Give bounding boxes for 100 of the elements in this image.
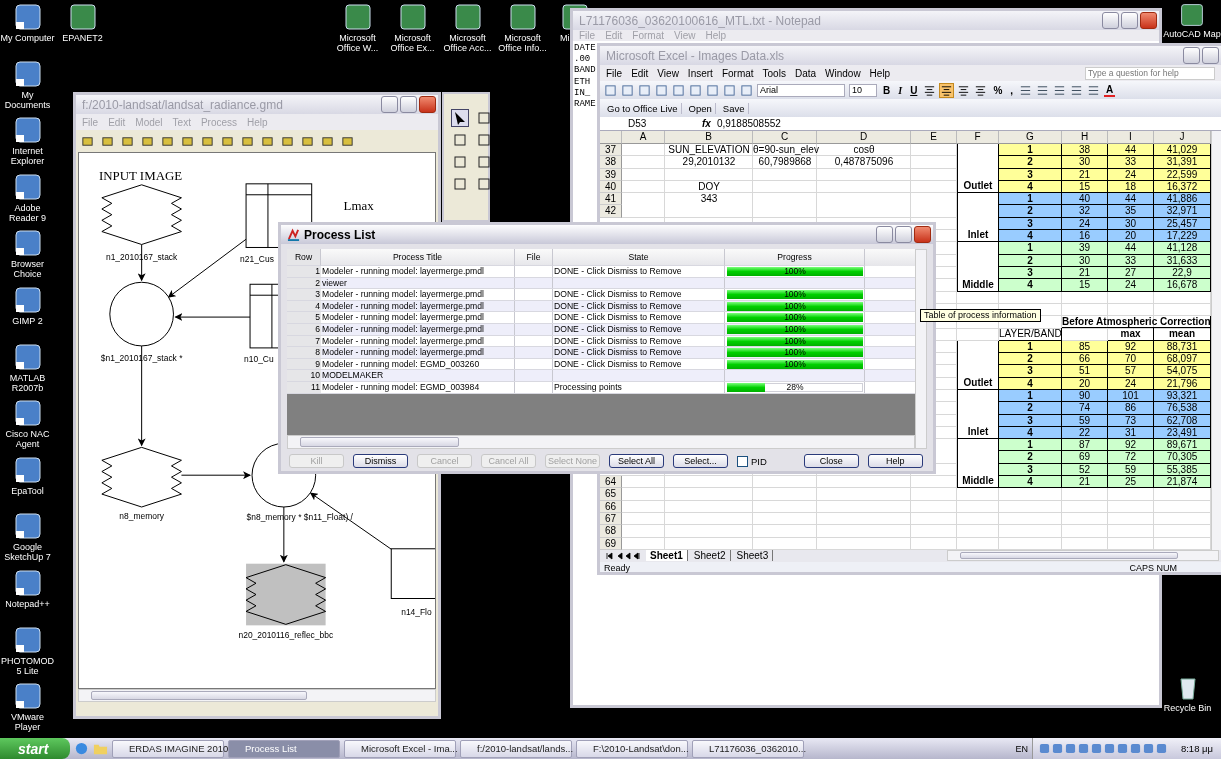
icon-label[interactable]: Google SketchUp 7 (0, 542, 55, 563)
menu-item[interactable]: Edit (631, 67, 649, 79)
dialog-button[interactable]: Dismiss (353, 454, 408, 468)
select-all-corner[interactable] (600, 131, 622, 144)
toolbar-icon[interactable] (341, 134, 354, 148)
shortcut-icon[interactable] (67, 2, 98, 32)
shortcut-icon[interactable] (1179, 2, 1205, 28)
toolbar-icon[interactable] (201, 134, 214, 148)
menu-item[interactable]: Help (869, 67, 891, 79)
function-node[interactable] (109, 281, 174, 347)
tray-icon[interactable] (1090, 743, 1102, 754)
toolbar-icon[interactable] (181, 134, 194, 148)
table-row[interactable]: 5 Modeler - running model: layermerge.pmdl DONE - Click Dismiss to Remove 100% (287, 312, 915, 324)
icon-label[interactable]: Cisco NAC Agent (0, 429, 55, 450)
tool-icon[interactable] (476, 132, 492, 148)
formula-field[interactable]: 0,9188508552 (716, 118, 781, 129)
toolbar-icon[interactable] (241, 134, 254, 148)
help-search-field[interactable]: Type a question for help (1085, 66, 1215, 80)
raster-node[interactable] (101, 184, 182, 245)
menu-item[interactable]: Insert (687, 67, 713, 79)
toolbar-button[interactable]: Open (685, 102, 716, 114)
taskbar-button[interactable]: Microsoft Excel - Ima... (344, 739, 456, 758)
shortcut-icon[interactable] (12, 285, 43, 315)
icon-label[interactable]: Browser Choice (0, 259, 55, 280)
shortcut-icon[interactable] (12, 171, 43, 202)
tool-icon[interactable] (476, 154, 492, 170)
column-header[interactable]: D (817, 131, 911, 144)
icon-label[interactable]: Microsoft Office Ex... (385, 33, 440, 53)
menu-item[interactable]: View (657, 67, 679, 79)
toolbar-icon[interactable] (141, 134, 154, 148)
taskbar-button[interactable]: f:/2010-landsat/lands... (460, 739, 572, 758)
menu-item[interactable]: Tools (762, 67, 786, 79)
toolbar-icon[interactable] (1036, 83, 1050, 97)
column-header[interactable]: J (1154, 131, 1211, 144)
column-header[interactable]: I (1108, 131, 1154, 144)
menu-item[interactable]: Window (825, 67, 861, 79)
toolbar-icon[interactable] (81, 134, 94, 148)
browser-icon[interactable] (74, 741, 89, 756)
column-header[interactable]: Row (287, 249, 321, 266)
table-row[interactable]: 8 Modeler - running model: layermerge.pmdl DONE - Click Dismiss to Remove 100% (287, 347, 915, 359)
horizontal-scrollbar[interactable] (287, 435, 915, 449)
menu-item[interactable]: Format (721, 67, 754, 79)
shortcut-icon[interactable] (12, 398, 43, 429)
horizontal-scrollbar[interactable] (78, 689, 436, 702)
minimize-icon[interactable] (876, 226, 893, 243)
icon-label[interactable]: Notepad++ (5, 599, 50, 609)
toolbar-icon[interactable] (301, 134, 314, 148)
raster-node[interactable] (245, 563, 327, 626)
shortcut-icon[interactable] (12, 681, 43, 712)
vertical-scrollbar[interactable] (1211, 131, 1221, 550)
toolbar-icon[interactable] (101, 134, 114, 148)
tray-icon[interactable] (1129, 743, 1141, 754)
sheet-tab[interactable]: Sheet3 (732, 550, 774, 562)
tray-icon[interactable] (1064, 743, 1076, 754)
tray-icon[interactable] (1038, 743, 1050, 754)
tray-icon[interactable] (1051, 743, 1063, 754)
icon-label[interactable]: EpaTool (11, 485, 44, 496)
tray-icon[interactable] (1077, 743, 1089, 754)
shortcut-icon[interactable] (12, 454, 43, 485)
column-header[interactable]: E (911, 131, 957, 144)
format-button[interactable]: I (896, 83, 905, 97)
toolbar-icon[interactable] (1053, 83, 1067, 97)
shortcut-icon[interactable] (452, 2, 483, 32)
toolbar-icon[interactable] (221, 134, 234, 148)
align-icon[interactable] (923, 83, 937, 97)
taskbar-button[interactable]: F:\2010-Landsat\don... (576, 739, 688, 758)
checkbox[interactable] (737, 455, 748, 467)
toolbar-button[interactable]: Save (719, 102, 749, 114)
toolbar-icon[interactable] (1070, 83, 1084, 97)
table-row[interactable]: 3 Modeler - running model: layermerge.pmdl DONE - Click Dismiss to Remove 100% (287, 289, 915, 301)
horizontal-scrollbar[interactable] (947, 550, 1219, 562)
shortcut-icon[interactable] (397, 2, 428, 32)
close-icon[interactable] (914, 226, 931, 243)
toolbar-icon[interactable] (1087, 83, 1101, 97)
format-button[interactable]: B (881, 83, 893, 97)
row-number[interactable]: 68 (600, 525, 622, 538)
toolbar-button[interactable]: Go to Office Live (604, 102, 682, 114)
icon-label[interactable]: PHOTOMOD 5 Lite (0, 655, 55, 676)
icon-label[interactable]: EPANET2 (62, 33, 103, 43)
column-header[interactable]: A (622, 131, 665, 144)
tray-icon[interactable] (1142, 743, 1154, 754)
icon-label[interactable]: AutoCAD Map (1163, 29, 1221, 39)
sheet-tab[interactable]: Sheet2 (689, 550, 731, 562)
row-number[interactable]: 64 (600, 476, 622, 489)
row-number[interactable]: 37 (600, 144, 622, 157)
column-header[interactable]: F (957, 131, 999, 144)
pointer-icon[interactable] (452, 110, 468, 126)
shortcut-icon[interactable] (12, 511, 43, 542)
row-number[interactable]: 38 (600, 156, 622, 169)
align-icon[interactable] (957, 83, 971, 97)
column-header[interactable]: B (665, 131, 753, 144)
icon-label[interactable]: Microsoft Office Acc... (440, 33, 495, 53)
tray-icon[interactable] (1103, 743, 1115, 754)
name-box[interactable]: D53 (600, 118, 678, 129)
tool-icon[interactable] (476, 176, 492, 192)
toolbar-icon[interactable] (321, 134, 334, 148)
language-indicator[interactable]: EN (1015, 743, 1028, 754)
scalar-node[interactable] (390, 548, 435, 599)
icon-label[interactable]: My Documents (0, 89, 55, 110)
toolbar-icon[interactable] (161, 134, 174, 148)
